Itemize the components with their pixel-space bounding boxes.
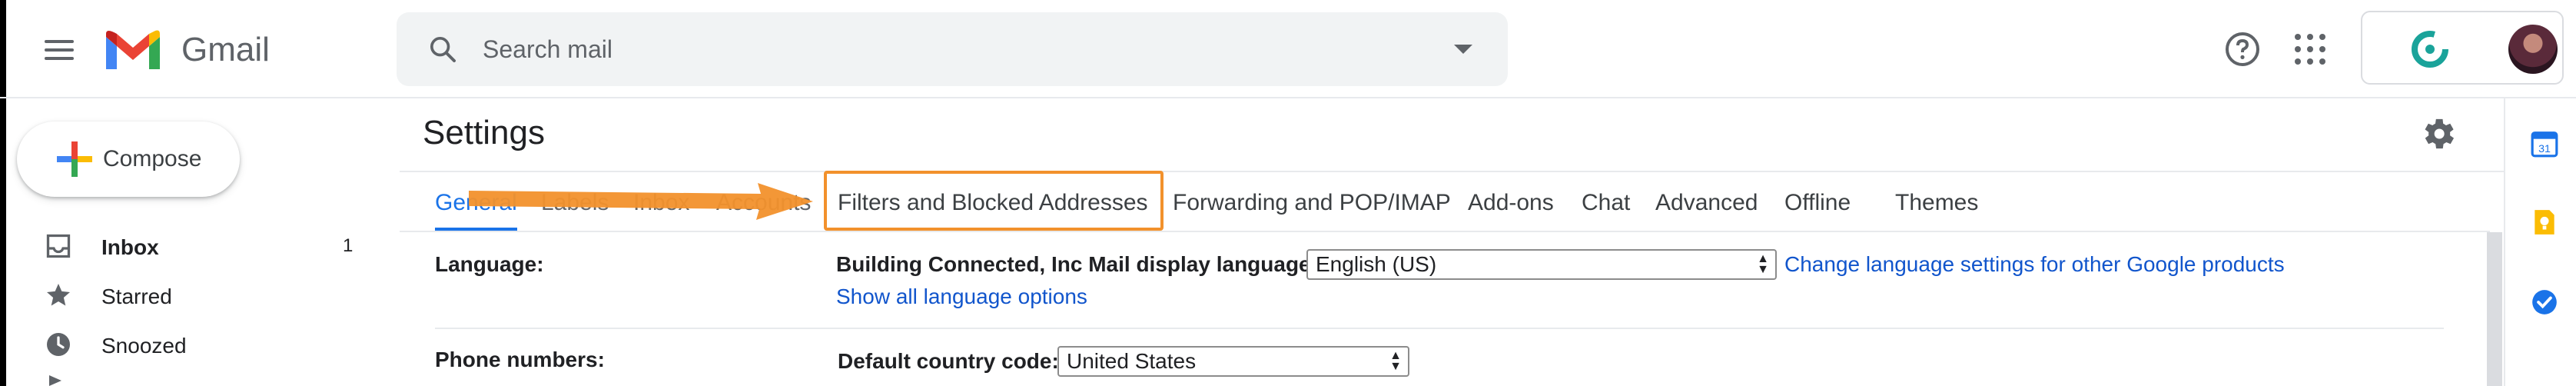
tab-chat[interactable]: Chat	[1582, 188, 1630, 231]
avatar[interactable]	[2508, 25, 2558, 74]
country-code-select[interactable]: United States ▲ ▼	[1057, 346, 1409, 377]
inbox-icon	[46, 234, 71, 258]
tab-inbox[interactable]: Inbox	[633, 188, 689, 231]
change-language-settings-link[interactable]: Change language settings for other Googl…	[1784, 252, 2285, 277]
gear-icon[interactable]	[2418, 114, 2458, 154]
keep-icon[interactable]	[2530, 208, 2559, 237]
app-name: Gmail	[181, 31, 270, 68]
apps-grid-icon[interactable]	[2295, 34, 2325, 65]
compose-label: Compose	[103, 146, 202, 171]
tab-advanced[interactable]: Advanced	[1655, 188, 1758, 231]
language-label: Language:	[435, 252, 544, 276]
account-switcher[interactable]	[2361, 11, 2564, 85]
tab-labels[interactable]: Labels	[541, 188, 609, 231]
compose-plus-icon	[57, 141, 92, 177]
divider	[400, 171, 2505, 172]
display-language-label: Building Connected, Inc Mail display lan…	[836, 252, 1318, 276]
sidebar-item-label: Starred	[101, 285, 172, 308]
sidebar-item-starred[interactable]: Starred	[0, 271, 369, 320]
organization-logo-icon	[2412, 31, 2448, 68]
tab-add-ons[interactable]: Add-ons	[1468, 188, 1554, 231]
chevron-down-icon[interactable]	[1454, 45, 1472, 54]
tasks-icon[interactable]	[2530, 288, 2559, 317]
sidebar-item-snoozed[interactable]: Snoozed	[0, 320, 369, 369]
tab-themes[interactable]: Themes	[1895, 188, 1978, 231]
language-select[interactable]: English (US) ▲ ▼	[1306, 249, 1777, 280]
select-arrows-icon: ▲ ▼	[1389, 349, 1402, 373]
compose-button[interactable]: Compose	[17, 121, 240, 197]
default-country-code-label: Default country code:	[838, 349, 1059, 373]
svg-text:31: 31	[2538, 143, 2551, 155]
search-icon[interactable]	[427, 34, 458, 65]
row-divider	[435, 328, 2444, 329]
phone-numbers-label: Phone numbers:	[435, 348, 605, 371]
side-panel: 31	[2504, 98, 2576, 386]
language-select-value: English (US)	[1316, 252, 1437, 276]
top-header: Gmail	[0, 0, 2576, 98]
gmail-logo-icon[interactable]	[103, 28, 163, 72]
star-icon	[47, 284, 70, 306]
sidebar-item-label: Inbox	[101, 235, 159, 259]
page-title: Settings	[423, 114, 545, 151]
tabs-underline-divider	[400, 231, 2490, 232]
sidebar-item-label: Snoozed	[101, 334, 187, 358]
annotation-highlight-box	[824, 171, 1164, 231]
clock-icon	[47, 333, 70, 356]
tab-forwarding-and-pop-imap[interactable]: Forwarding and POP/IMAP	[1173, 188, 1451, 231]
tab-accounts[interactable]: Accounts	[716, 188, 811, 231]
sidebar-item-inbox[interactable]: Inbox 1	[0, 221, 369, 271]
search-bar[interactable]	[397, 12, 1508, 86]
unread-count: 1	[343, 235, 354, 256]
tab-general[interactable]: General	[435, 188, 517, 231]
select-arrows-icon: ▲ ▼	[1757, 252, 1769, 276]
tab-offline[interactable]: Offline	[1784, 188, 1851, 231]
search-input[interactable]	[483, 32, 1405, 66]
help-icon[interactable]	[2224, 31, 2261, 68]
menu-icon[interactable]	[40, 32, 78, 68]
calendar-icon[interactable]: 31	[2530, 129, 2559, 158]
scrollbar[interactable]	[2487, 232, 2502, 386]
country-code-select-value: United States	[1067, 349, 1197, 373]
show-all-language-options-link[interactable]: Show all language options	[836, 285, 1087, 309]
sent-icon	[49, 375, 61, 386]
